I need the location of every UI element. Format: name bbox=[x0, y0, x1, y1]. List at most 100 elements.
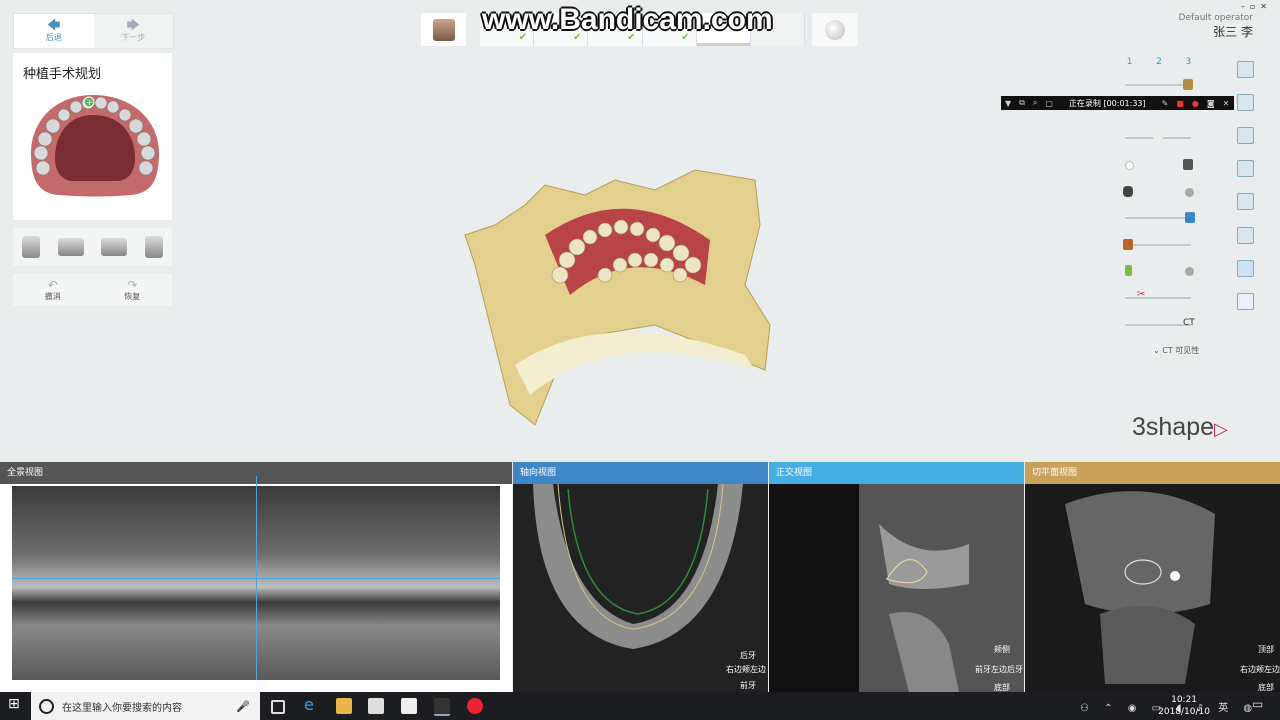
store-icon[interactable] bbox=[368, 698, 384, 714]
axial-view-title: 轴向视图 bbox=[513, 462, 768, 484]
taskbar-search[interactable]: 在这里输入你要搜索的内容 🎤 bbox=[31, 692, 260, 720]
abutment-visibility-icon bbox=[1183, 159, 1193, 170]
undo-button[interactable]: ↶ 撤消 bbox=[13, 274, 93, 306]
nerve-icon: ✂ bbox=[1137, 289, 1146, 300]
back-button[interactable]: 🡄 后退 bbox=[14, 14, 94, 48]
sleeve-icon[interactable] bbox=[145, 236, 164, 258]
cortana-icon bbox=[39, 698, 54, 714]
visibility-slider-6[interactable] bbox=[1123, 238, 1195, 252]
ct-visibility-toggle[interactable]: ⌄ CT 可见性 bbox=[1153, 345, 1199, 356]
sleeve-visibility-icon bbox=[1123, 239, 1133, 250]
implant-visibility-icon bbox=[1125, 265, 1132, 276]
mail-icon[interactable] bbox=[401, 698, 417, 714]
pause-icon[interactable]: ■ bbox=[1176, 99, 1184, 108]
operator-role: Default operator bbox=[1178, 13, 1253, 23]
file-explorer-icon[interactable] bbox=[336, 698, 352, 714]
view-tab-3[interactable]: 3 bbox=[1185, 57, 1191, 67]
cross-label-1: 顶部 bbox=[1258, 645, 1274, 654]
patient-photo bbox=[432, 18, 455, 41]
operator-name: 张三 李 bbox=[1213, 25, 1253, 39]
redo-icon: ↷ bbox=[127, 277, 138, 292]
logo-triangle-icon: ▷ bbox=[1214, 419, 1228, 439]
visibility-slider-2[interactable] bbox=[1125, 131, 1195, 145]
plan-card: 种植手术规划 + bbox=[13, 53, 172, 220]
svg-text:+: + bbox=[86, 98, 93, 107]
globe-icon bbox=[825, 19, 845, 40]
measure-tool-button[interactable] bbox=[1237, 293, 1254, 310]
camera-icon[interactable]: ◙ bbox=[1207, 99, 1215, 108]
orthogonal-view-title: 正交视图 bbox=[769, 462, 1024, 484]
brand-logo: 3shape▷ bbox=[1132, 413, 1228, 441]
jaw-3d-model[interactable] bbox=[455, 165, 785, 430]
axial-view[interactable]: 轴向视图 后牙 右边颊左边 前牙 bbox=[513, 462, 768, 692]
view-tabs: 1 2 3 bbox=[1115, 57, 1203, 72]
next-button[interactable]: 🡆 下一步 bbox=[93, 14, 173, 48]
patient-avatar[interactable] bbox=[421, 13, 466, 46]
implant-studio-icon[interactable] bbox=[434, 698, 450, 716]
visibility-slider-1[interactable] bbox=[1125, 78, 1195, 92]
copy-view-button-2[interactable] bbox=[1237, 94, 1254, 111]
implant-tools bbox=[13, 228, 172, 266]
multi-implant-icon[interactable] bbox=[101, 238, 128, 256]
bandicam-icon[interactable] bbox=[467, 698, 483, 714]
axial-label-2: 右边颊左边 bbox=[726, 665, 766, 674]
ortho-label-3: 底部 bbox=[994, 683, 1010, 692]
clock[interactable]: 10:21 2018/10/10 bbox=[1158, 694, 1210, 718]
bandicam-watermark: www.Bandicam.com bbox=[482, 3, 773, 36]
visibility-toggle-4[interactable] bbox=[1123, 185, 1195, 199]
visibility-toggle-3[interactable] bbox=[1125, 158, 1195, 172]
cross-section-image bbox=[1025, 484, 1280, 692]
cursor-tool-button[interactable] bbox=[1237, 260, 1254, 277]
recording-toolbar: ▼ ⧉ ⌕ ▢ 正在录制 [00:01:33] ✎ ■ ● ◙ ✕ bbox=[1001, 96, 1234, 110]
recording-status: 正在录制 [00:01:33] bbox=[1068, 98, 1146, 108]
window-controls[interactable]: –▫✕ bbox=[1241, 2, 1272, 11]
axial-label-1: 后牙 bbox=[740, 651, 756, 660]
copy-view-button-6[interactable] bbox=[1237, 227, 1254, 244]
ct-slider[interactable]: CT bbox=[1125, 318, 1195, 332]
view-tab-2[interactable]: 2 bbox=[1156, 57, 1162, 67]
edge-browser-icon[interactable]: e bbox=[304, 695, 320, 714]
visibility-slider-8[interactable]: ✂ bbox=[1125, 289, 1195, 305]
axial-label-3: 前牙 bbox=[740, 681, 756, 690]
chevron-down-icon: ⌄ bbox=[1153, 346, 1160, 355]
ortho-label-2: 前牙左边后牙 bbox=[975, 665, 1023, 674]
task-view-icon[interactable] bbox=[271, 700, 285, 714]
tooth-icon bbox=[1123, 186, 1133, 197]
copy-view-button-5[interactable] bbox=[1237, 193, 1254, 210]
copy-view-button-4[interactable] bbox=[1237, 160, 1254, 177]
close-icon[interactable]: ✕ bbox=[1223, 99, 1230, 108]
arrow-left-icon: 🡄 bbox=[47, 17, 61, 33]
ortho-label-1: 颊侧 bbox=[994, 645, 1010, 654]
globe-step[interactable] bbox=[812, 13, 858, 46]
cylinder-icon bbox=[1185, 212, 1195, 223]
pencil-icon[interactable]: ✎ bbox=[1162, 99, 1169, 108]
windows-start-icon[interactable]: ⊞ bbox=[8, 696, 24, 712]
visibility-toggle-7[interactable] bbox=[1125, 264, 1195, 278]
view-tab-1[interactable]: 1 bbox=[1127, 57, 1133, 67]
cross-section-view-title: 切平面视图 bbox=[1025, 462, 1280, 484]
dropdown-icon[interactable]: ▼ bbox=[1005, 99, 1011, 108]
taskbar: ⊞ 在这里输入你要搜索的内容 🎤 e ⚇ ⌃ ◉ ▭ ◖ ♪ 英 ◍ 10:21… bbox=[0, 692, 1280, 720]
abutment-icon[interactable] bbox=[57, 238, 84, 256]
notification-icon[interactable]: ▭ bbox=[1252, 697, 1268, 713]
redo-button[interactable]: ↷ 恢复 bbox=[93, 274, 173, 306]
copy-view-button-3[interactable] bbox=[1237, 127, 1254, 144]
copy-view-button-1[interactable] bbox=[1237, 61, 1254, 78]
cross-section-view[interactable]: 切平面视图 顶部 右边颊左边 底部 bbox=[1025, 462, 1280, 692]
record-icon[interactable]: ● bbox=[1192, 99, 1199, 108]
cross-label-2: 右边颊左边 bbox=[1240, 665, 1280, 674]
arrow-right-icon: 🡆 bbox=[126, 17, 140, 33]
microphone-icon[interactable]: 🎤 bbox=[236, 700, 250, 713]
undo-icon: ↶ bbox=[47, 277, 58, 292]
fullscreen-icon[interactable]: ▢ bbox=[1045, 99, 1053, 108]
panoramic-view[interactable]: 全景视图 bbox=[0, 462, 512, 692]
undo-redo-bar: ↶ 撤消 ↷ 恢复 bbox=[13, 274, 172, 306]
implant-icon[interactable] bbox=[21, 236, 40, 258]
window-icon[interactable]: ⧉ bbox=[1019, 98, 1025, 108]
search-icon[interactable]: ⌕ bbox=[1033, 98, 1037, 108]
cross-label-3: 底部 bbox=[1258, 683, 1274, 692]
panoramic-horizontal-line[interactable] bbox=[12, 578, 500, 579]
handle-icon bbox=[1153, 132, 1163, 143]
orthogonal-view[interactable]: 正交视图 颊侧 前牙左边后牙 底部 bbox=[769, 462, 1024, 692]
visibility-slider-5[interactable] bbox=[1125, 211, 1195, 225]
